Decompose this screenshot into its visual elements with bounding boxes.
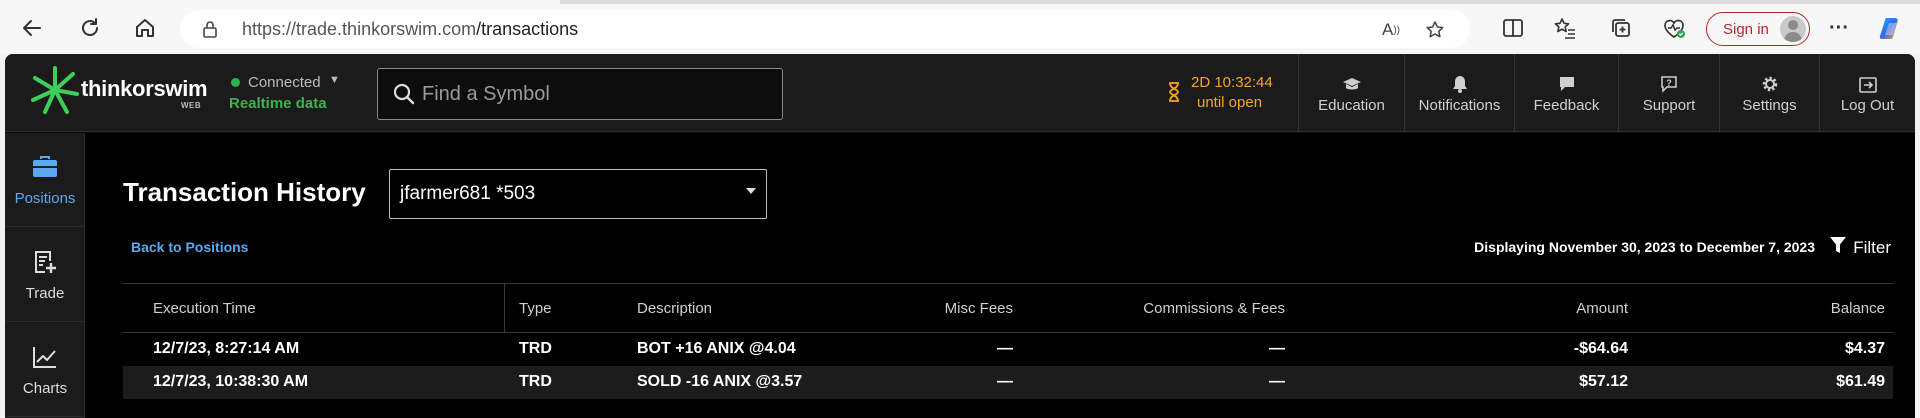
column-header-description[interactable]: Description [637, 300, 712, 317]
sidebar-item-label: Charts [22, 380, 68, 397]
hourglass-icon [1168, 82, 1180, 107]
sidebar-item-label: Trade [25, 285, 65, 302]
cell-balance: $4.37 [1844, 340, 1885, 357]
nav-notifications[interactable]: Notifications [1404, 54, 1514, 132]
refresh-icon[interactable] [76, 14, 104, 42]
transactions-table: Execution Time Type Description Misc Fee… [123, 283, 1893, 399]
chat-bubble-icon [1558, 73, 1576, 93]
split-screen-icon[interactable] [1500, 15, 1526, 41]
nav-logout[interactable]: Log Out [1819, 54, 1915, 132]
page-title: Transaction History [123, 177, 366, 207]
nav-feedback[interactable]: Feedback [1514, 54, 1618, 132]
nav-notifications-label: Notifications [1418, 96, 1501, 114]
app-header: thinkorswim WEB Connected ▼ Realtime dat… [5, 54, 1915, 132]
bell-icon [1452, 73, 1468, 93]
cell-description: SOLD -16 ANIX @3.57 [637, 373, 803, 390]
line-chart-icon [32, 342, 58, 372]
nav-settings-label: Settings [1742, 96, 1797, 114]
sidebar-item-positions[interactable]: Positions [5, 133, 85, 227]
logo-subtext: WEB [181, 101, 202, 110]
svg-text:?: ? [1666, 78, 1672, 88]
transaction-history-panel: Transaction History jfarmer681 *503 Back… [85, 133, 1915, 418]
account-select[interactable]: jfarmer681 *503 [389, 169, 767, 219]
sidebar-item-label: Positions [14, 190, 76, 207]
cell-execution-time: 12/7/23, 8:27:14 AM [153, 340, 300, 357]
nav-feedback-label: Feedback [1533, 96, 1600, 114]
cell-commissions: — [1269, 373, 1285, 390]
cell-execution-time: 12/7/23, 10:38:30 AM [153, 373, 309, 390]
market-timer: 2D 10:32:44 [1191, 74, 1273, 91]
sidebar-item-trade[interactable]: Trade [5, 228, 85, 322]
column-header-amount[interactable]: Amount [1576, 300, 1628, 317]
cell-type: TRD [519, 373, 552, 390]
graduation-cap-icon [1342, 73, 1362, 93]
tab-strip [0, 0, 1920, 4]
table-header-row: Execution Time Type Description Misc Fee… [123, 283, 1893, 333]
logout-icon [1858, 73, 1877, 93]
market-timer-label: until open [1197, 94, 1263, 111]
connected-status-dot-icon [231, 78, 240, 87]
column-divider [504, 284, 505, 333]
trade-ticket-icon [32, 247, 58, 277]
cell-balance: $61.49 [1836, 373, 1885, 390]
left-sidebar: Positions Trade Charts [5, 133, 85, 418]
cell-description: BOT +16 ANIX @4.04 [637, 340, 796, 357]
connection-status[interactable]: Connected [248, 74, 321, 91]
cell-amount: $57.12 [1579, 373, 1628, 390]
column-header-balance[interactable]: Balance [1831, 300, 1885, 317]
nav-support[interactable]: ? Support [1618, 54, 1719, 132]
symbol-search-input[interactable]: Find a Symbol [377, 68, 783, 120]
gear-icon [1761, 73, 1779, 93]
nav-logout-label: Log Out [1840, 96, 1895, 114]
nav-education[interactable]: Education [1298, 54, 1404, 132]
browser-essentials-icon[interactable] [1661, 15, 1687, 41]
column-header-type[interactable]: Type [519, 300, 552, 317]
url-text[interactable]: https://trade.thinkorswim.com/transactio… [242, 19, 578, 40]
nav-settings[interactable]: Settings [1719, 54, 1819, 132]
sign-in-label: Sign in [1723, 20, 1769, 38]
filter-button[interactable]: Filter [1829, 236, 1891, 259]
copilot-icon[interactable] [1878, 15, 1904, 41]
search-placeholder: Find a Symbol [422, 83, 550, 105]
cell-commissions: — [1269, 340, 1285, 357]
nav-support-label: Support [1642, 96, 1696, 114]
search-icon [392, 82, 416, 111]
profile-avatar [1780, 16, 1806, 42]
favorites-icon[interactable] [1552, 15, 1578, 41]
help-bubble-icon: ? [1660, 73, 1678, 93]
account-select-value: jfarmer681 *503 [400, 183, 536, 204]
date-range-label: Displaying November 30, 2023 to December… [1474, 239, 1815, 255]
logo-text: thinkorswim [81, 76, 208, 101]
cell-misc-fees: — [997, 373, 1013, 390]
sidebar-item-charts[interactable]: Charts [5, 323, 85, 417]
column-header-execution-time[interactable]: Execution Time [153, 300, 256, 317]
data-mode-label: Realtime data [229, 95, 327, 112]
column-header-misc-fees[interactable]: Misc Fees [945, 300, 1013, 317]
cell-misc-fees: — [997, 340, 1013, 357]
more-options-icon[interactable]: ··· [1826, 15, 1852, 41]
nav-education-label: Education [1318, 96, 1385, 114]
sign-in-button[interactable]: Sign in [1706, 12, 1810, 46]
back-arrow-icon[interactable] [18, 14, 46, 42]
read-aloud-icon[interactable]: A)) [1380, 19, 1402, 41]
thinkorswim-logo-icon [31, 66, 79, 114]
caret-down-icon[interactable]: ▼ [329, 74, 340, 86]
lock-icon[interactable] [202, 20, 218, 43]
cell-type: TRD [519, 340, 552, 357]
cell-amount: -$64.64 [1573, 340, 1628, 357]
column-header-commissions-fees[interactable]: Commissions & Fees [1143, 300, 1285, 317]
briefcase-icon [32, 152, 58, 182]
thinkorswim-app: thinkorswim WEB Connected ▼ Realtime dat… [5, 54, 1915, 418]
caret-down-icon [746, 188, 756, 194]
browser-toolbar: https://trade.thinkorswim.com/transactio… [0, 0, 1920, 54]
table-row[interactable]: 12/7/23, 8:27:14 AM TRD BOT +16 ANIX @4.… [123, 333, 1893, 366]
table-row[interactable]: 12/7/23, 10:38:30 AM TRD SOLD -16 ANIX @… [123, 366, 1893, 399]
filter-label: Filter [1853, 237, 1891, 257]
favorite-star-icon[interactable] [1424, 19, 1446, 41]
filter-funnel-icon [1829, 236, 1847, 259]
collections-icon[interactable] [1608, 15, 1634, 41]
home-icon[interactable] [131, 14, 159, 42]
back-to-positions-link[interactable]: Back to Positions [131, 239, 248, 255]
address-bar[interactable]: https://trade.thinkorswim.com/transactio… [180, 10, 1470, 48]
